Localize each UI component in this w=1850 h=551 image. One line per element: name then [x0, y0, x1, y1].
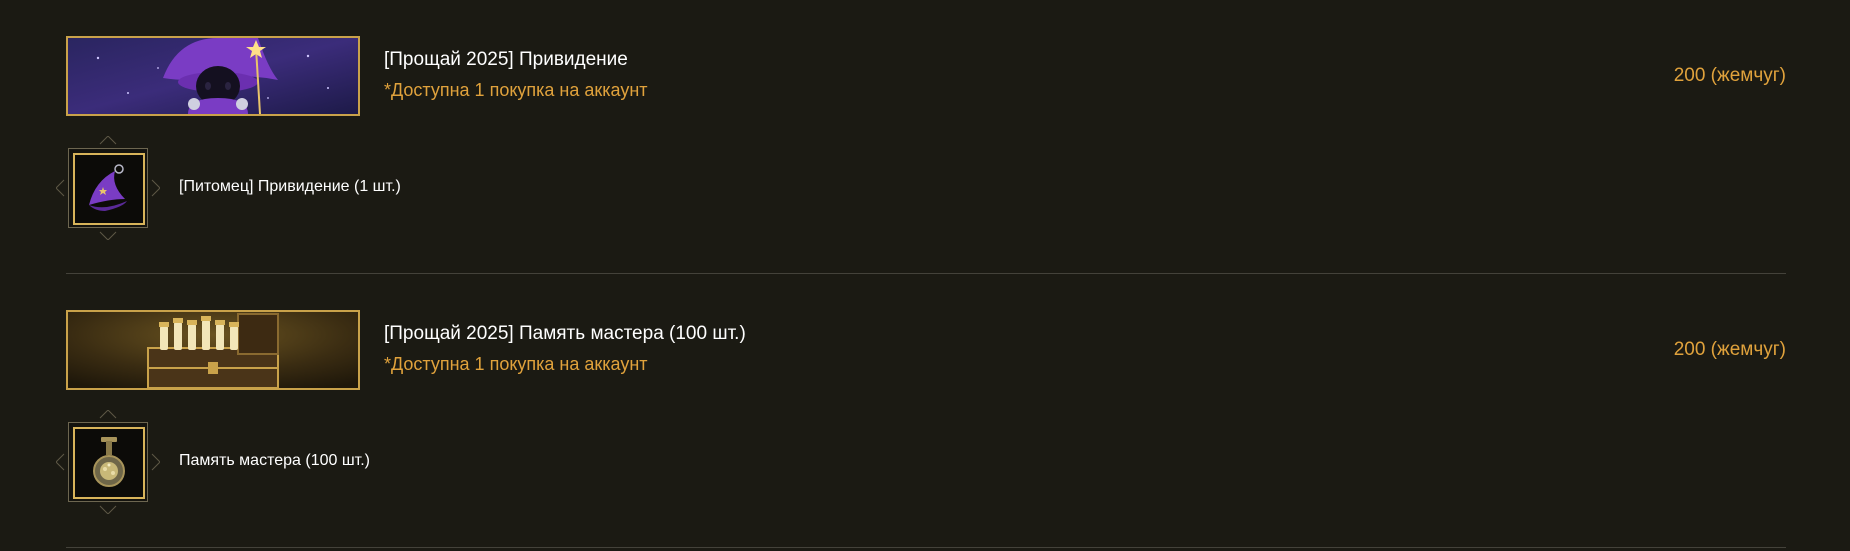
- purchase-limit-note: *Доступна 1 покупка на аккаунт: [384, 354, 648, 374]
- ghost-wizard-pet-image[interactable]: [66, 36, 360, 116]
- item-slot-frame: [56, 410, 160, 514]
- product-row: [Прощай 2025] Память мастера (100 шт.) *…: [56, 274, 1786, 548]
- item-slot-frame: [56, 136, 160, 240]
- price-label[interactable]: 200 (жемчуг): [1674, 339, 1786, 361]
- purchase-limit-note: *Доступна 1 покупка на аккаунт: [384, 80, 648, 100]
- product-title: [Прощай 2025] Память мастера (100 шт.): [384, 323, 746, 344]
- item-name: [Питомец] Привидение (1 шт.): [179, 178, 401, 195]
- purple-wizard-hat-icon: [73, 153, 145, 225]
- item-slot[interactable]: [68, 148, 148, 228]
- product-title: [Прощай 2025] Привидение: [384, 49, 628, 70]
- product-row: [Прощай 2025] Привидение *Доступна 1 пок…: [56, 0, 1786, 274]
- master-memory-pendant-icon: [73, 427, 145, 499]
- price-label[interactable]: 200 (жемчуг): [1674, 65, 1786, 87]
- treasure-chest-illustration: [68, 312, 358, 388]
- ghost-wizard-illustration: [68, 38, 358, 114]
- product-list: [Прощай 2025] Привидение *Доступна 1 пок…: [56, 0, 1786, 548]
- item-name: Память мастера (100 шт.): [179, 452, 370, 469]
- item-slot[interactable]: [68, 422, 148, 502]
- treasure-chest-image[interactable]: [66, 310, 360, 390]
